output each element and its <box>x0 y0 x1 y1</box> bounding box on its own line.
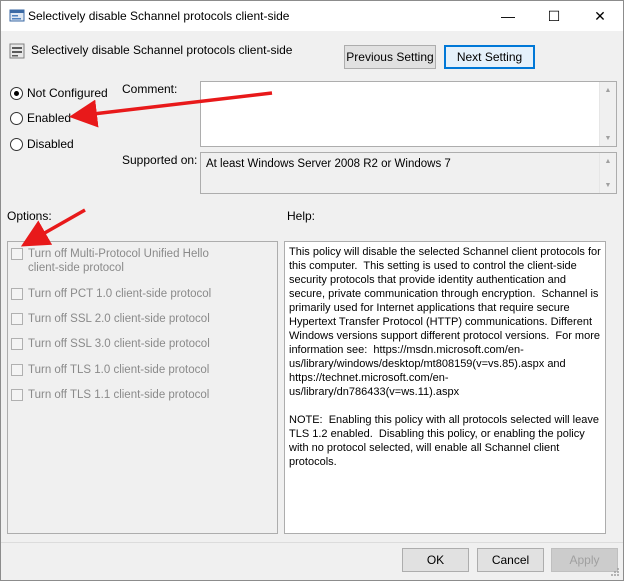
policy-settings-icon <box>9 9 25 22</box>
next-setting-button[interactable]: Next Setting <box>444 45 535 69</box>
title-bar[interactable]: Selectively disable Schannel protocols c… <box>1 1 623 31</box>
radio-label: Enabled <box>27 111 72 125</box>
supported-on-label: Supported on: <box>122 153 198 167</box>
options-panel: Turn off Multi-Protocol Unified Hello cl… <box>7 241 278 534</box>
option-label: Turn off SSL 2.0 client-side protocol <box>28 313 210 325</box>
option-label: Turn off TLS 1.1 client-side protocol <box>28 389 210 401</box>
radio-enabled[interactable]: Enabled <box>10 111 71 125</box>
comment-scrollbar[interactable]: ▲ ▼ <box>599 82 616 146</box>
previous-setting-button[interactable]: Previous Setting <box>344 45 436 69</box>
resize-grip-icon[interactable] <box>610 567 620 577</box>
comment-field[interactable]: ▲ ▼ <box>200 81 617 147</box>
help-label: Help: <box>287 209 316 223</box>
help-text-panel[interactable]: This policy will disable the selected Sc… <box>284 241 606 534</box>
option-ssl-3-0[interactable]: Turn off SSL 3.0 client-side protocol <box>11 337 210 351</box>
option-tls-1-0[interactable]: Turn off TLS 1.0 client-side protocol <box>11 363 209 377</box>
policy-settings-icon <box>9 43 25 59</box>
policy-dialog: Selectively disable Schannel protocols c… <box>0 0 624 581</box>
option-tls-1-1[interactable]: Turn off TLS 1.1 client-side protocol <box>11 388 209 402</box>
supported-on-value: At least Windows Server 2008 R2 or Windo… <box>206 158 451 170</box>
radio-button[interactable] <box>10 137 23 151</box>
close-button[interactable]: ✕ <box>577 1 623 31</box>
option-label: Turn off PCT 1.0 client-side protocol <box>28 288 212 300</box>
checkbox[interactable] <box>11 313 23 325</box>
supported-scrollbar[interactable]: ▲ ▼ <box>599 153 616 193</box>
option-pct-1-0[interactable]: Turn off PCT 1.0 client-side protocol <box>11 287 211 301</box>
minimize-button[interactable]: — <box>485 1 531 31</box>
scroll-down-icon[interactable]: ▼ <box>600 130 616 146</box>
window-title: Selectively disable Schannel protocols c… <box>28 9 290 23</box>
option-label: Turn off Multi-Protocol Unified Hello cl… <box>28 248 209 274</box>
ok-button[interactable]: OK <box>402 548 469 572</box>
options-label: Options: <box>7 209 52 223</box>
option-ssl-2-0[interactable]: Turn off SSL 2.0 client-side protocol <box>11 312 210 326</box>
comment-label: Comment: <box>122 82 178 96</box>
option-label: Turn off SSL 3.0 client-side protocol <box>28 338 210 350</box>
checkbox[interactable] <box>11 288 23 300</box>
supported-on-field: At least Windows Server 2008 R2 or Windo… <box>200 152 617 194</box>
apply-button[interactable]: Apply <box>551 548 618 572</box>
radio-not-configured[interactable]: Not Configured <box>10 86 108 100</box>
maximize-icon: ☐ <box>547 7 561 24</box>
checkbox[interactable] <box>11 389 23 401</box>
radio-label: Disabled <box>27 137 74 151</box>
radio-button[interactable] <box>10 111 23 125</box>
footer-divider <box>1 542 623 543</box>
policy-name: Selectively disable Schannel protocols c… <box>31 43 293 57</box>
radio-label: Not Configured <box>27 86 108 100</box>
scroll-up-icon[interactable]: ▲ <box>600 82 616 98</box>
radio-disabled[interactable]: Disabled <box>10 137 74 151</box>
checkbox[interactable] <box>11 364 23 376</box>
cancel-button[interactable]: Cancel <box>477 548 544 572</box>
maximize-button[interactable]: ☐ <box>531 1 577 31</box>
radio-button[interactable] <box>10 86 23 100</box>
checkbox[interactable] <box>11 338 23 350</box>
scroll-up-icon[interactable]: ▲ <box>600 153 616 169</box>
minimize-icon: — <box>501 8 515 24</box>
close-icon: ✕ <box>594 7 606 24</box>
checkbox[interactable] <box>11 248 23 260</box>
scroll-down-icon[interactable]: ▼ <box>600 177 616 193</box>
option-label: Turn off TLS 1.0 client-side protocol <box>28 364 210 376</box>
option-unified-hello[interactable]: Turn off Multi-Protocol Unified Hello cl… <box>11 247 211 275</box>
